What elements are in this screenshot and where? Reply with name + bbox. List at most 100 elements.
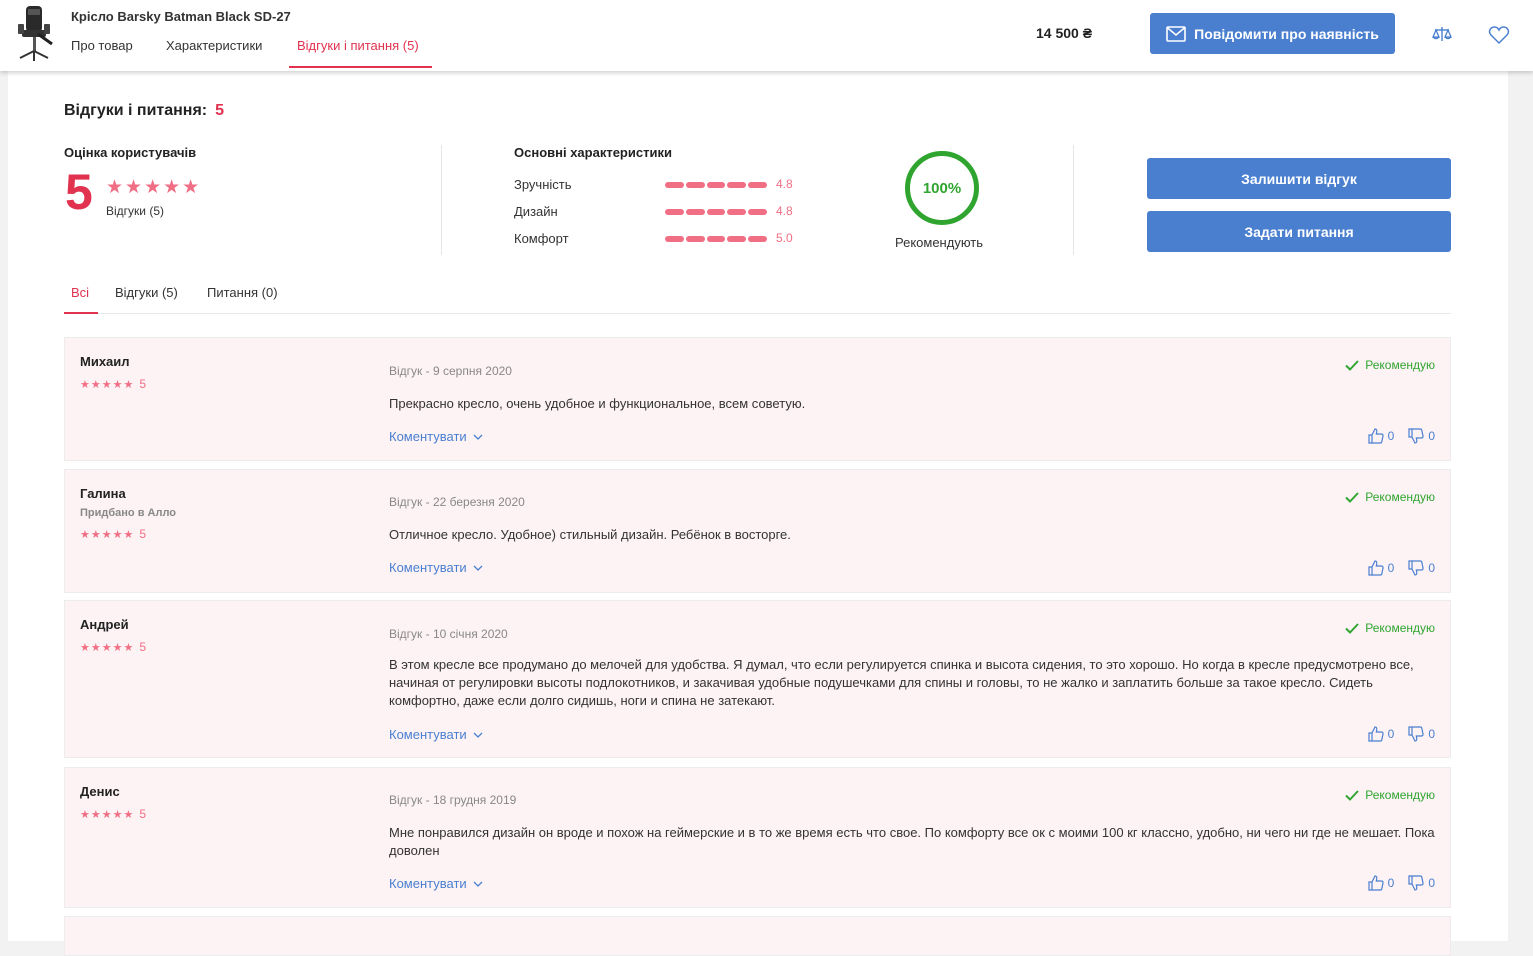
check-icon — [1345, 789, 1359, 801]
recommend-percent-circle: 100% — [905, 151, 979, 225]
reviews-section-title: Відгуки і питання: 5 — [64, 102, 224, 120]
recommend-badge: Рекомендую — [1345, 621, 1435, 635]
rating-bar — [665, 182, 767, 188]
comment-link[interactable]: Коментувати — [389, 560, 483, 575]
review-stars: ★★★★★ 5 — [80, 377, 146, 391]
recommend-text: Рекомендую — [1365, 621, 1435, 635]
votes: 0 0 — [1358, 726, 1435, 742]
tab-about[interactable]: Про товар — [71, 38, 133, 53]
product-thumbnail[interactable] — [14, 4, 54, 64]
average-score: 5 — [65, 164, 93, 220]
like-button[interactable]: 0 — [1368, 726, 1395, 742]
stars-glyphs: ★★★★★ — [80, 379, 135, 391]
notify-label: Повідомити про наявність — [1194, 25, 1379, 42]
dislike-button[interactable]: 0 — [1408, 428, 1435, 444]
stars-glyphs: ★★★★★ — [80, 529, 135, 541]
review-stars: ★★★★★ 5 — [80, 640, 146, 654]
compare-icon[interactable] — [1431, 24, 1453, 46]
review-author: Михаил — [80, 354, 130, 369]
heart-icon[interactable] — [1488, 24, 1510, 46]
comment-label: Коментувати — [389, 429, 467, 444]
comment-link[interactable]: Коментувати — [389, 876, 483, 891]
tab-characteristics[interactable]: Характеристики — [166, 38, 262, 53]
stars-glyphs: ★★★★★ — [80, 809, 135, 821]
tab-reviews[interactable]: Відгуки і питання (5) — [297, 38, 419, 53]
recommend-text: Рекомендую — [1365, 358, 1435, 372]
thumbs-down-icon — [1408, 875, 1424, 891]
review-stars: ★★★★★ 5 — [80, 527, 146, 541]
product-title: Крісло Barsky Batman Black SD-27 — [71, 9, 291, 24]
review-rating: 5 — [139, 807, 146, 821]
dislike-button[interactable]: 0 — [1408, 560, 1435, 576]
active-filter-indicator — [64, 312, 98, 314]
chevron-down-icon — [473, 881, 483, 887]
comment-link[interactable]: Коментувати — [389, 429, 483, 444]
review-card: Денис ★★★★★ 5 Відгук - 18 грудня 2019 Рек… — [64, 767, 1451, 908]
votes: 0 0 — [1358, 428, 1435, 444]
like-count: 0 — [1387, 727, 1395, 741]
review-rating: 5 — [139, 377, 146, 391]
comment-link[interactable]: Коментувати — [389, 727, 483, 742]
characteristic-name: Дизайн — [514, 204, 558, 219]
comment-label: Коментувати — [389, 560, 467, 575]
leave-review-button[interactable]: Залишити відгук — [1147, 158, 1451, 199]
dislike-button[interactable]: 0 — [1408, 726, 1435, 742]
review-author: Денис — [80, 784, 120, 799]
recommend-badge: Рекомендую — [1345, 788, 1435, 802]
rating-bar — [665, 236, 767, 242]
filter-tab-questions[interactable]: Питання (0) — [207, 285, 278, 300]
thumbs-up-icon — [1368, 875, 1384, 891]
chevron-down-icon — [473, 565, 483, 571]
review-card: Михаил ★★★★★ 5 Відгук - 9 серпня 2020 Рек… — [64, 337, 1451, 461]
recommend-text: Рекомендую — [1365, 490, 1435, 504]
comment-label: Коментувати — [389, 727, 467, 742]
thumbs-up-icon — [1368, 726, 1384, 742]
thumbs-down-icon — [1408, 428, 1424, 444]
dislike-button[interactable]: 0 — [1408, 875, 1435, 891]
average-stars: ★★★★★ — [106, 177, 202, 198]
characteristic-name: Комфорт — [514, 231, 569, 246]
characteristic-value: 4.8 — [776, 204, 793, 218]
filter-tab-reviews[interactable]: Відгуки (5) — [115, 285, 178, 300]
review-text: В этом кресле все продумано до мелочей д… — [389, 657, 1414, 708]
like-count: 0 — [1387, 876, 1395, 890]
thumbs-down-icon — [1408, 560, 1424, 576]
dislike-count: 0 — [1428, 561, 1435, 575]
user-rating-label: Оцінка користувачів — [64, 145, 197, 160]
recommend-label: Рекомендують — [895, 235, 984, 250]
divider — [441, 145, 442, 255]
review-rating: 5 — [139, 640, 146, 654]
dislike-count: 0 — [1428, 876, 1435, 890]
filter-tab-all[interactable]: Всі — [71, 285, 89, 300]
divider — [1073, 145, 1074, 255]
review-meta: Відгук - 9 серпня 2020 — [389, 364, 512, 378]
review-author: Галина — [80, 486, 126, 501]
like-count: 0 — [1387, 429, 1395, 443]
like-button[interactable]: 0 — [1368, 560, 1394, 576]
characteristic-row: Зручність 4.8 — [514, 177, 814, 193]
stars-glyphs: ★★★★★ — [80, 642, 135, 654]
review-rating: 5 — [139, 527, 146, 541]
product-header: Крісло Barsky Batman Black SD-27 Про тов… — [0, 0, 1533, 71]
like-button[interactable]: 0 — [1368, 428, 1395, 444]
review-card: Галина Придбано в Алло ★★★★★ 5 Відгук - 2… — [64, 469, 1451, 593]
reviews-count-link[interactable]: Відгуки (5) — [106, 204, 164, 218]
review-text: Отличное кресло. Удобное) стильный дизай… — [389, 527, 791, 542]
dislike-count: 0 — [1428, 727, 1435, 741]
thumbs-up-icon — [1368, 560, 1384, 576]
review-text: Мне понравился дизайн он вроде и похож н… — [389, 825, 1435, 858]
thumbs-up-icon — [1368, 428, 1384, 444]
characteristics-title: Основні характеристики — [514, 145, 672, 160]
reviews-count: 5 — [215, 102, 225, 119]
chevron-down-icon — [473, 434, 483, 440]
review-meta: Відгук - 22 березня 2020 — [389, 495, 525, 509]
ask-question-button[interactable]: Задати питання — [1147, 211, 1451, 252]
recommend-badge: Рекомендую — [1345, 490, 1435, 504]
notify-availability-button[interactable]: Повідомити про наявність — [1150, 13, 1395, 54]
like-button[interactable]: 0 — [1368, 875, 1395, 891]
active-tab-indicator — [289, 66, 432, 68]
review-stars: ★★★★★ 5 — [80, 807, 146, 821]
filter-tabs-divider — [64, 313, 1451, 314]
characteristic-value: 5.0 — [776, 231, 793, 245]
comment-label: Коментувати — [389, 876, 467, 891]
